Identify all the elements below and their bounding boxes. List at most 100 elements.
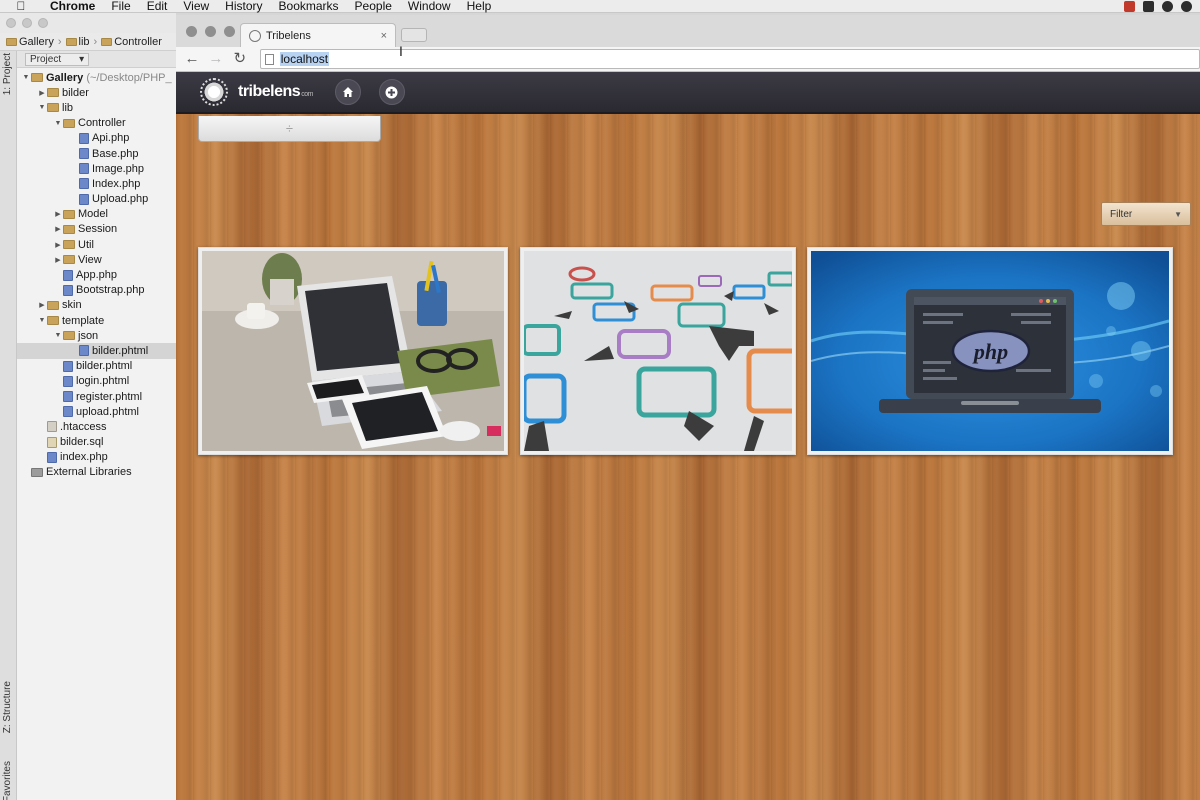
reload-icon[interactable]: ↻ <box>230 49 250 69</box>
tree-item-label: Util <box>78 238 94 251</box>
gallery-card-php[interactable]: php <box>807 247 1173 455</box>
folder-icon <box>47 316 59 326</box>
chevron-down-icon[interactable]: ▼ <box>37 104 47 111</box>
text-cursor-icon: I <box>399 43 403 59</box>
tree-folder-row[interactable]: ▼ json <box>17 328 176 343</box>
back-arrow-icon[interactable]: ← <box>182 49 202 69</box>
gallery-card-flowchart[interactable] <box>520 247 796 455</box>
window-close-button[interactable] <box>186 26 197 37</box>
chevron-down-icon[interactable]: ▼ <box>53 332 63 339</box>
drawer-grip-icon: ÷ <box>285 121 294 136</box>
folder-icon <box>63 240 75 250</box>
tree-file-row[interactable]: External Libraries <box>17 465 176 480</box>
home-button[interactable] <box>334 79 361 105</box>
tab-tribelens[interactable]: Tribelens × <box>240 23 396 47</box>
breadcrumb-controller[interactable]: Controller <box>101 36 162 48</box>
php-file-icon <box>79 178 89 190</box>
tree-file-row[interactable]: Bootstrap.php <box>17 283 176 298</box>
ide-minimize-button[interactable] <box>22 18 32 28</box>
gallery-card-desk[interactable] <box>198 247 508 455</box>
chevron-right-icon[interactable]: ▶ <box>37 301 47 309</box>
tab-close-icon[interactable]: × <box>381 30 387 42</box>
menubar-tray <box>1124 0 1200 12</box>
ide-zoom-button[interactable] <box>38 18 48 28</box>
tree-folder-row[interactable]: ▶ Util <box>17 237 176 252</box>
menu-window[interactable]: Window <box>400 0 459 13</box>
folder-icon <box>47 103 59 113</box>
structure-tool-tab[interactable]: Z: Structure <box>2 681 13 733</box>
tree-folder-row[interactable]: ▶ Session <box>17 222 176 237</box>
chevron-down-icon[interactable]: ▼ <box>37 317 47 324</box>
menu-people[interactable]: People <box>347 0 400 13</box>
breadcrumb-label: Gallery <box>19 35 54 48</box>
tree-item-label: bilder <box>62 86 89 99</box>
evernote-icon[interactable] <box>1162 0 1173 12</box>
breadcrumb-lib[interactable]: lib <box>65 36 90 48</box>
tree-file-row[interactable]: bilder.sql <box>17 435 176 450</box>
chevron-right-icon[interactable]: ▶ <box>53 256 63 264</box>
window-zoom-button[interactable] <box>224 26 235 37</box>
tree-folder-row[interactable]: ▶ View <box>17 252 176 267</box>
tribelens-logo-icon[interactable] <box>200 78 228 106</box>
tree-file-row[interactable]: register.phtml <box>17 389 176 404</box>
creative-cloud-icon[interactable] <box>1181 0 1192 12</box>
macos-menubar:  Chrome File Edit View History Bookmark… <box>0 0 1200 13</box>
chevron-right-icon[interactable]: ▶ <box>53 210 63 218</box>
chevron-down-icon: ▼ <box>1174 209 1182 219</box>
menu-history[interactable]: History <box>217 0 270 13</box>
tree-file-row[interactable]: bilder.phtml <box>17 343 176 359</box>
tree-folder-row[interactable]: ▼ Gallery (~/Desktop/PHP_ <box>17 70 176 85</box>
new-tab-button[interactable] <box>401 28 427 42</box>
add-button[interactable] <box>378 79 405 105</box>
tree-folder-row[interactable]: ▶ skin <box>17 298 176 313</box>
tree-file-row[interactable]: Api.php <box>17 131 176 146</box>
tree-folder-row[interactable]: ▼ lib <box>17 100 176 115</box>
menu-help[interactable]: Help <box>459 0 500 13</box>
upload-drawer-handle[interactable]: ÷ <box>198 116 381 142</box>
chevron-right-icon[interactable]: ▶ <box>37 89 47 97</box>
tree-file-row[interactable]: App.php <box>17 267 176 282</box>
breadcrumb-gallery[interactable]: Gallery <box>6 36 54 48</box>
tree-folder-row[interactable]: ▼ Controller <box>17 116 176 131</box>
tree-item-label: Controller <box>78 117 126 130</box>
menu-bookmarks[interactable]: Bookmarks <box>271 0 347 13</box>
filter-dropdown[interactable]: Filter ▼ <box>1101 202 1191 226</box>
tree-folder-row[interactable]: ▶ Model <box>17 207 176 222</box>
dropbox-icon[interactable] <box>1143 0 1154 12</box>
tree-item-label: Api.php <box>92 132 130 145</box>
menu-edit[interactable]: Edit <box>139 0 176 13</box>
project-tree: ▼ Gallery (~/Desktop/PHP_ ▶ bilder ▼ lib ▼ Contr… <box>17 68 176 480</box>
tree-file-row[interactable]: Base.php <box>17 146 176 161</box>
tree-file-row[interactable]: upload.phtml <box>17 404 176 419</box>
apple-icon[interactable]:  <box>0 0 42 13</box>
favorites-tool-tab[interactable]: Favorites <box>2 761 13 800</box>
tree-item-label: bilder.sql <box>60 436 104 449</box>
ide-close-button[interactable] <box>6 18 16 28</box>
tree-file-row[interactable]: index.php <box>17 450 176 465</box>
tree-file-row[interactable]: Upload.php <box>17 192 176 207</box>
tree-file-row[interactable]: login.phtml <box>17 374 176 389</box>
tree-folder-row[interactable]: ▼ template <box>17 313 176 328</box>
tree-file-row[interactable]: .htaccess <box>17 419 176 434</box>
project-tool-tab[interactable]: 1: Project <box>2 53 13 95</box>
window-minimize-button[interactable] <box>205 26 216 37</box>
logo-text[interactable]: tribelenscom <box>238 83 313 101</box>
chevron-down-icon[interactable]: ▼ <box>21 74 31 81</box>
battery-icon[interactable] <box>1124 0 1135 12</box>
favicon-icon <box>249 29 261 42</box>
tree-item-label: .htaccess <box>60 420 107 433</box>
tree-file-row[interactable]: bilder.phtml <box>17 359 176 374</box>
php-file-icon <box>63 360 73 372</box>
project-view-select[interactable]: Project ▾ <box>25 52 90 66</box>
tree-folder-row[interactable]: ▶ bilder <box>17 85 176 100</box>
forward-arrow-icon[interactable]: → <box>206 49 226 69</box>
url-text[interactable]: localhost <box>279 52 330 66</box>
menu-file[interactable]: File <box>103 0 138 13</box>
chevron-right-icon[interactable]: ▶ <box>53 225 63 233</box>
tree-file-row[interactable]: Index.php <box>17 176 176 191</box>
menu-view[interactable]: View <box>175 0 217 13</box>
chevron-right-icon[interactable]: ▶ <box>53 241 63 249</box>
chevron-down-icon[interactable]: ▼ <box>53 120 63 127</box>
menu-chrome[interactable]: Chrome <box>42 0 103 13</box>
tree-file-row[interactable]: Image.php <box>17 161 176 176</box>
